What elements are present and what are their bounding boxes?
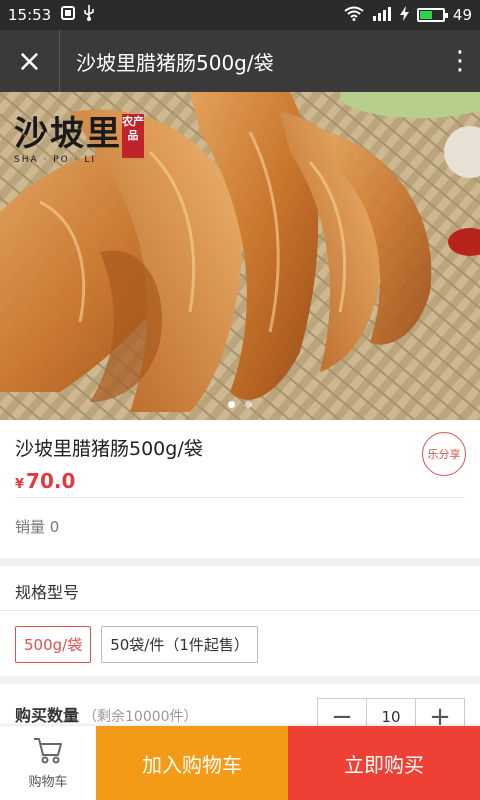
more-button[interactable]: ⋮ (440, 46, 480, 76)
battery-percent: 49 (452, 6, 472, 24)
wifi-icon (344, 6, 364, 25)
page-title: 沙坡里腊猪肠500g/袋 (76, 50, 274, 75)
quantity-remaining: （剩余10000件） (83, 709, 198, 725)
signal-icon (372, 6, 392, 25)
close-icon: × (16, 43, 43, 79)
cart-icon (33, 737, 63, 769)
charging-icon (399, 5, 409, 25)
sales-count: 销量 0 (15, 518, 60, 536)
carousel-dot-active[interactable] (228, 401, 235, 408)
status-time: 15:53 (8, 6, 52, 24)
price-value: 70.0 (26, 469, 76, 493)
battery-icon (416, 8, 448, 22)
bottom-action-bar: 购物车 加入购物车 立即购买 (0, 726, 480, 800)
brand-logo-sub: SHA · PO · LI (14, 155, 96, 165)
usb-icon (83, 5, 95, 25)
quantity-label: 购买数量 (15, 706, 80, 725)
spec-section: 规格型号 500g/袋 50袋/件（1件起售） (0, 566, 480, 676)
product-name: 沙坡里腊猪肠500g/袋 (15, 438, 203, 460)
spec-options: 500g/袋 50袋/件（1件起售） (0, 611, 480, 678)
carousel-dots (0, 401, 480, 408)
brand-stamp: 农产品 (122, 114, 144, 158)
spec-option-500g[interactable]: 500g/袋 (15, 626, 92, 663)
cart-button[interactable]: 购物车 (0, 726, 96, 800)
close-button[interactable]: × (0, 30, 60, 92)
currency-symbol: ¥ (15, 477, 25, 492)
more-icon: ⋮ (447, 46, 473, 76)
nav-bar: × 沙坡里腊猪肠500g/袋 ⋮ (0, 30, 480, 92)
share-button[interactable]: 乐分享 (422, 432, 466, 476)
product-price: ¥70.0 (15, 469, 465, 493)
status-bar: 15:53 49 (0, 0, 480, 30)
cart-label: 购物车 (28, 774, 68, 790)
spec-option-50bags[interactable]: 50袋/件（1件起售） (101, 626, 258, 663)
buy-now-button[interactable]: 立即购买 (288, 726, 480, 800)
product-info: 沙坡里腊猪肠500g/袋 ¥70.0 乐分享 销量 0 (0, 420, 480, 558)
product-image-carousel[interactable]: 沙坡里 农产品 SHA · PO · LI (0, 92, 480, 420)
brand-logo: 沙坡里 农产品 SHA · PO · LI (14, 106, 144, 165)
divider (15, 497, 465, 498)
carousel-dot[interactable] (245, 401, 252, 408)
brand-logo-text: 沙坡里 (14, 114, 122, 154)
add-to-cart-button[interactable]: 加入购物车 (96, 726, 288, 800)
notification-icon (61, 6, 76, 24)
spec-title: 规格型号 (0, 566, 480, 611)
